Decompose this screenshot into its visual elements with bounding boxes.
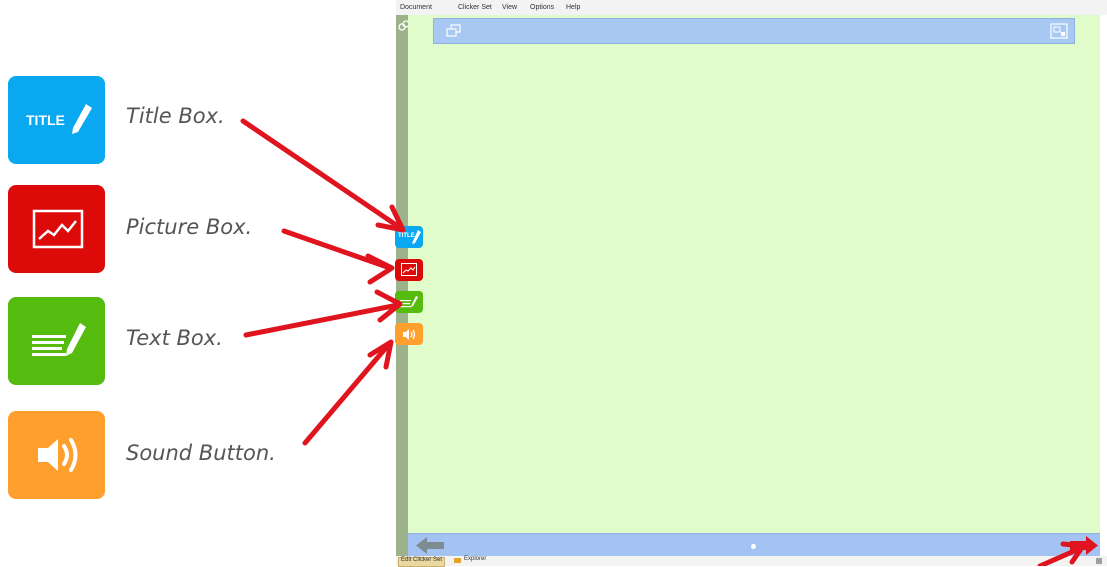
sound-callout-arrow: [302, 340, 393, 446]
title-callout-arrow: [240, 118, 405, 232]
text-callout-arrow: [243, 302, 401, 338]
picture-callout-arrow: [281, 228, 393, 271]
callout-arrows: [240, 118, 1086, 566]
